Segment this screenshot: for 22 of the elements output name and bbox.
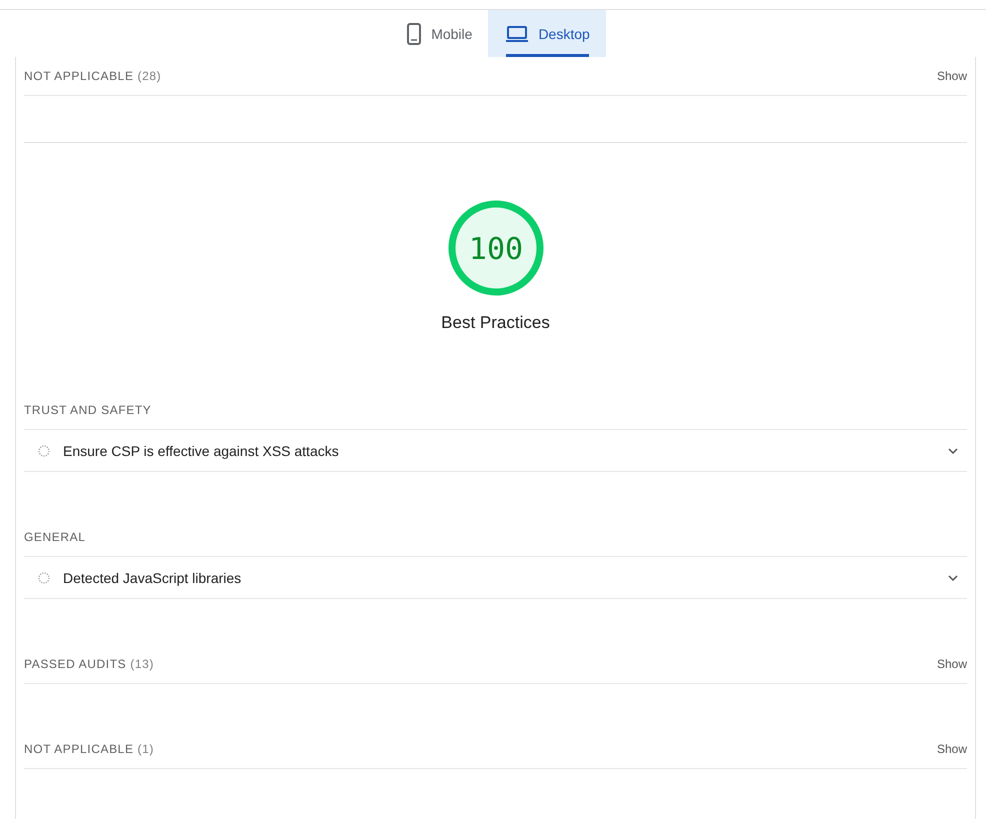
group-title: TRUST AND SAFETY xyxy=(24,403,152,417)
audit-title: Detected JavaScript libraries xyxy=(63,570,242,586)
show-link[interactable]: Show xyxy=(936,657,967,671)
group-title: GENERAL xyxy=(24,530,86,544)
device-tab[interactable]: Desktop xyxy=(488,10,606,57)
dotted-circle-icon xyxy=(38,572,50,584)
phone-icon xyxy=(407,22,422,44)
group-title: NOT APPLICABLE (1) xyxy=(24,742,154,756)
score-gauge: 100 xyxy=(446,199,544,297)
show-link[interactable]: Show xyxy=(936,69,967,83)
chevron-down-icon xyxy=(948,448,958,454)
laptop-icon xyxy=(506,26,528,42)
group-title: PASSED AUDITS (13) xyxy=(24,657,154,671)
audit-row[interactable]: Detected JavaScript libraries xyxy=(24,557,967,599)
device-tab[interactable]: Mobile xyxy=(389,10,488,57)
show-link[interactable]: Show xyxy=(936,742,967,756)
category-title: Best Practices xyxy=(441,313,550,333)
dotted-circle-icon xyxy=(38,444,50,456)
audit-title: Ensure CSP is effective against XSS attacks xyxy=(63,442,340,458)
audit-row[interactable]: Ensure CSP is effective against XSS attacks xyxy=(24,430,967,472)
chevron-down-icon xyxy=(948,574,958,580)
group-title: NOT APPLICABLE (28) xyxy=(24,69,162,83)
